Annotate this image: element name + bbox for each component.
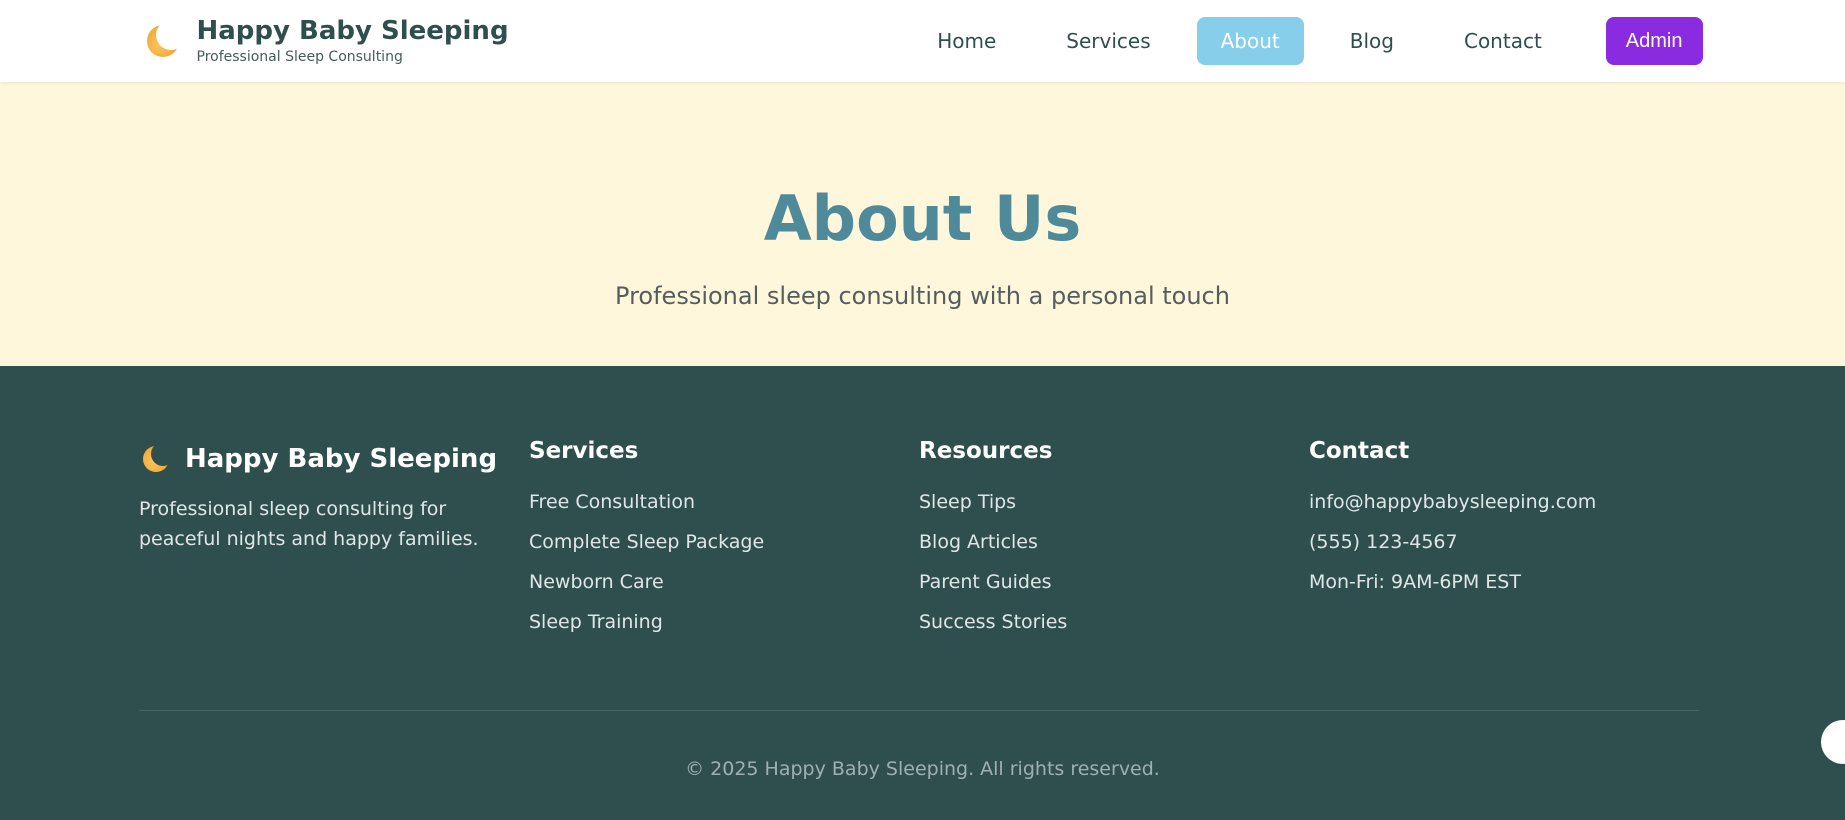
nav-services[interactable]: Services xyxy=(1042,17,1174,65)
footer-link-complete-sleep-package[interactable]: Complete Sleep Package xyxy=(529,522,919,562)
footer-brand: Happy Baby Sleeping xyxy=(139,442,529,476)
footer-hours: Mon-Fri: 9AM-6PM EST xyxy=(1309,571,1521,593)
nav-contact[interactable]: Contact xyxy=(1440,17,1566,65)
footer-link-success-stories[interactable]: Success Stories xyxy=(919,602,1309,642)
site-footer: Happy Baby Sleeping Professional sleep c… xyxy=(0,366,1845,820)
footer-link-sleep-training[interactable]: Sleep Training xyxy=(529,602,919,642)
brand-title: Happy Baby Sleeping xyxy=(196,16,509,47)
hero-section: About Us Professional sleep consulting w… xyxy=(0,82,1845,366)
footer-link-free-consultation[interactable]: Free Consultation xyxy=(529,482,919,522)
copyright-text: © 2025 Happy Baby Sleeping. All rights r… xyxy=(685,758,1160,780)
crescent-moon-icon xyxy=(143,19,186,61)
footer-contact-heading: Contact xyxy=(1309,438,1410,464)
brand-subtitle: Professional Sleep Consulting xyxy=(196,48,403,65)
nav-home[interactable]: Home xyxy=(913,17,1020,65)
footer-email: info@happybabysleeping.com xyxy=(1309,491,1597,513)
footer-divider xyxy=(139,710,1699,711)
nav-about[interactable]: About xyxy=(1196,17,1304,65)
main-nav: Home Services About Blog Contact Admin xyxy=(913,17,1703,65)
nav-blog[interactable]: Blog xyxy=(1326,17,1418,65)
footer-description: Professional sleep consulting for peacef… xyxy=(139,498,479,550)
footer-brand-column: Happy Baby Sleeping Professional sleep c… xyxy=(139,438,529,642)
page-subtitle: Professional sleep consulting with a per… xyxy=(615,282,1230,310)
footer-link-newborn-care[interactable]: Newborn Care xyxy=(529,562,919,602)
crescent-moon-icon xyxy=(139,442,175,476)
site-header: Happy Baby Sleeping Professional Sleep C… xyxy=(0,0,1845,82)
footer-link-sleep-tips[interactable]: Sleep Tips xyxy=(919,482,1309,522)
footer-phone: (555) 123-4567 xyxy=(1309,531,1458,553)
footer-resources-heading: Resources xyxy=(919,438,1053,464)
admin-button[interactable]: Admin xyxy=(1605,17,1703,65)
footer-link-blog-articles[interactable]: Blog Articles xyxy=(919,522,1309,562)
footer-resources-column: Resources Sleep Tips Blog Articles Paren… xyxy=(919,438,1309,642)
footer-services-column: Services Free Consultation Complete Slee… xyxy=(529,438,919,642)
footer-brand-title: Happy Baby Sleeping xyxy=(185,444,498,474)
page-title: About Us xyxy=(763,182,1082,255)
footer-link-parent-guides[interactable]: Parent Guides xyxy=(919,562,1309,602)
footer-contact-column: Contact info@happybabysleeping.com (555)… xyxy=(1309,438,1699,642)
footer-services-heading: Services xyxy=(529,438,639,464)
brand[interactable]: Happy Baby Sleeping Professional Sleep C… xyxy=(143,16,509,65)
